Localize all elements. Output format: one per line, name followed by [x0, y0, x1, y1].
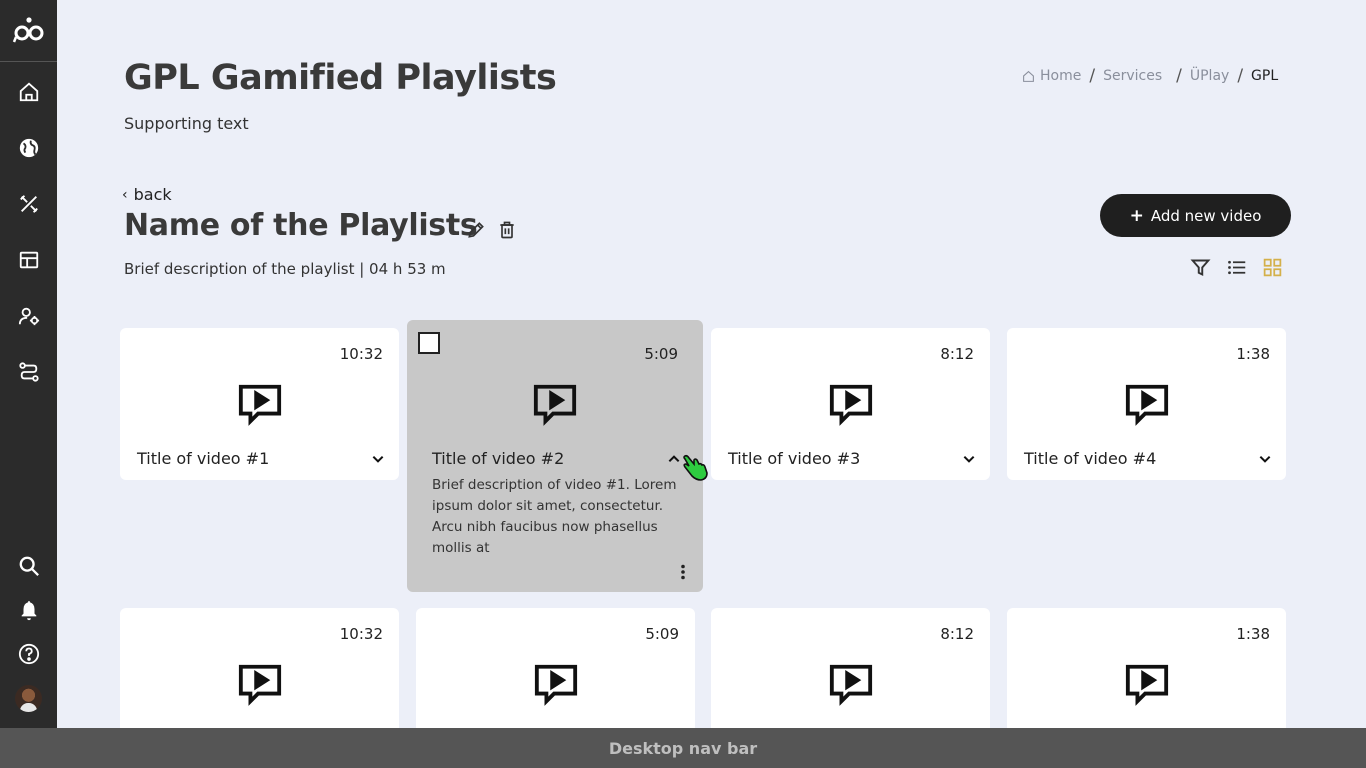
user-avatar[interactable]: [15, 685, 42, 712]
help-icon: [18, 643, 39, 664]
playlist-name: Name of the Playlists: [124, 208, 478, 243]
more-options-icon[interactable]: [679, 564, 687, 580]
nav-route[interactable]: [16, 359, 41, 384]
breadcrumb-uplay[interactable]: ÜPlay: [1190, 68, 1229, 84]
video-play-icon[interactable]: [828, 661, 874, 707]
back-label: back: [133, 185, 172, 204]
video-play-icon[interactable]: [1124, 381, 1170, 427]
chevron-left-icon: ‹: [122, 186, 128, 203]
add-video-label: Add new video: [1150, 206, 1262, 225]
breadcrumb-home[interactable]: Home: [1040, 68, 1081, 84]
video-card[interactable]: 8:12 Title of video #3: [711, 328, 990, 480]
trash-icon[interactable]: [497, 220, 517, 240]
hand-cursor-icon: [683, 454, 708, 481]
video-duration: 1:38: [1236, 345, 1270, 363]
edit-icon[interactable]: [466, 220, 486, 240]
breadcrumb-current: GPL: [1251, 68, 1279, 84]
video-play-icon[interactable]: [532, 381, 578, 427]
route-icon: [18, 361, 39, 382]
tools-icon: [19, 194, 38, 213]
video-card[interactable]: 10:32 Title of video #1: [120, 328, 399, 480]
breadcrumb-services[interactable]: Services: [1103, 68, 1162, 84]
nav-search[interactable]: [16, 553, 41, 578]
video-description: Brief description of video #1. Lorem ips…: [432, 477, 677, 556]
video-title: Title of video #1: [137, 449, 270, 468]
list-view-icon[interactable]: [1226, 257, 1247, 278]
back-link[interactable]: ‹ back: [122, 185, 172, 204]
video-duration: 5:09: [644, 345, 678, 363]
breadcrumb-separator: /: [1176, 66, 1182, 86]
video-duration: 10:32: [339, 625, 383, 643]
video-play-icon[interactable]: [237, 661, 283, 707]
video-card[interactable]: 1:38 Title of video #4: [1007, 328, 1286, 480]
plus-icon: +: [1129, 205, 1144, 226]
chevron-down-icon[interactable]: [962, 452, 976, 466]
home-icon: [19, 82, 38, 101]
home-icon: [1023, 70, 1034, 82]
video-play-icon[interactable]: [533, 661, 579, 707]
footer-label: Desktop nav bar: [608, 738, 758, 758]
video-duration: 10:32: [339, 345, 383, 363]
nav-home[interactable]: [16, 79, 41, 104]
video-play-icon[interactable]: [828, 381, 874, 427]
add-video-button[interactable]: + Add new video: [1100, 194, 1291, 237]
breadcrumb-separator: /: [1237, 66, 1244, 86]
app-logo[interactable]: [0, 0, 57, 62]
video-title: Title of video #2: [432, 449, 565, 468]
sidebar: [0, 0, 57, 728]
logo-icon: [12, 16, 43, 42]
video-title: Title of video #3: [728, 449, 861, 468]
user-settings-icon: [18, 307, 39, 325]
bell-icon: [21, 600, 36, 620]
video-duration: 8:12: [940, 345, 974, 363]
nav-notifications[interactable]: [16, 597, 41, 622]
video-title: Title of video #4: [1024, 449, 1157, 468]
video-play-icon[interactable]: [1124, 661, 1170, 707]
layout-icon: [19, 251, 38, 268]
video-play-icon[interactable]: [237, 381, 283, 427]
supporting-text: Supporting text: [124, 114, 249, 133]
desktop-nav-bar: Desktop nav bar: [0, 728, 1366, 768]
video-card-expanded[interactable]: 5:09 Title of video #2 Brief description…: [407, 320, 703, 592]
nav-layout[interactable]: [16, 247, 41, 272]
video-duration: 5:09: [645, 625, 679, 643]
nav-help[interactable]: [16, 641, 41, 666]
globe-icon: [19, 138, 38, 157]
video-duration: 1:38: [1236, 625, 1270, 643]
select-checkbox[interactable]: [418, 332, 440, 354]
chevron-up-icon[interactable]: [667, 452, 681, 466]
page-title: GPL Gamified Playlists: [124, 58, 557, 98]
nav-tools[interactable]: [16, 191, 41, 216]
video-duration: 8:12: [940, 625, 974, 643]
breadcrumb: Home / Services / ÜPlay / GPL: [1022, 66, 1278, 86]
playlist-description: Brief description of the playlist | 04 h…: [124, 260, 446, 278]
chevron-down-icon[interactable]: [1258, 452, 1272, 466]
nav-user-settings[interactable]: [16, 303, 41, 328]
breadcrumb-separator: /: [1089, 66, 1096, 86]
nav-globe[interactable]: [16, 135, 41, 160]
grid-view-icon[interactable]: [1262, 257, 1283, 278]
chevron-down-icon[interactable]: [371, 452, 385, 466]
filter-icon[interactable]: [1190, 257, 1211, 278]
search-icon: [19, 556, 39, 576]
